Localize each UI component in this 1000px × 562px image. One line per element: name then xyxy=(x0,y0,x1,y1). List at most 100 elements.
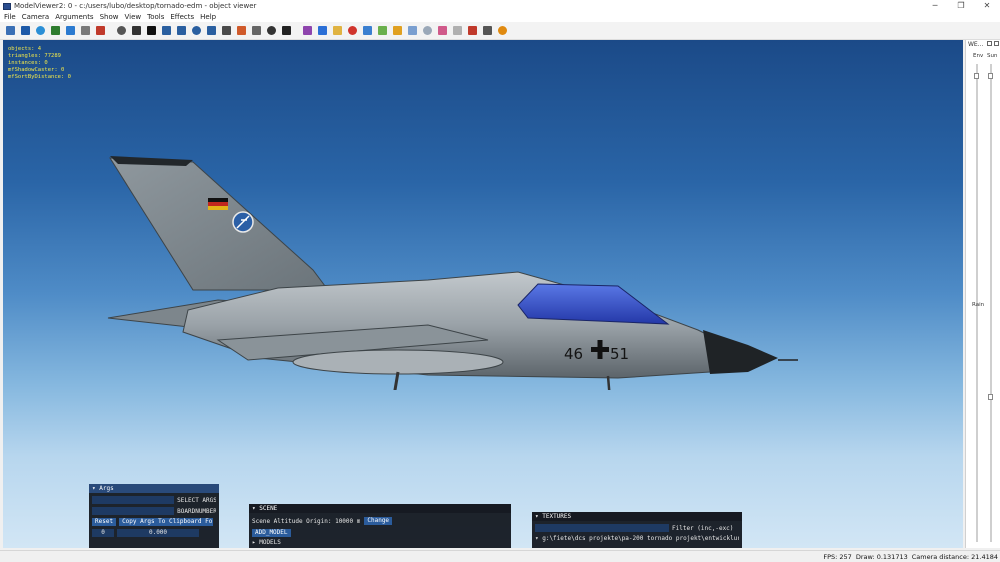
stat-instances: instances: 0 xyxy=(8,60,48,66)
lamp-icon[interactable] xyxy=(177,26,186,35)
menu-tools[interactable]: Tools xyxy=(147,13,164,21)
status-bar: FPS: 257 Draw: 0.131713 Camera distance:… xyxy=(0,550,1000,562)
sun-slider-thumb[interactable] xyxy=(988,73,993,80)
folder-icon[interactable] xyxy=(333,26,342,35)
add-model-button[interactable]: ADD_MODEL xyxy=(252,529,291,537)
grid-icon[interactable] xyxy=(81,26,90,35)
args-window: ▾ Args SELECT ARGS BOARDNUMBER Reset Cop… xyxy=(89,484,219,548)
menu-show[interactable]: Show xyxy=(100,13,119,21)
picture-icon[interactable] xyxy=(222,26,231,35)
flag-stripe-gold xyxy=(208,206,228,210)
weather-panel: WE... Env Sun Rain xyxy=(965,40,1000,548)
pin-icon[interactable] xyxy=(438,26,447,35)
textures-window-header[interactable]: ▾ TEXTURES xyxy=(532,512,742,521)
tail-number-right: 51 xyxy=(610,345,629,363)
close-button[interactable]: ✕ xyxy=(974,0,1000,12)
blue-globe-icon[interactable] xyxy=(363,26,372,35)
maximize-button[interactable]: ❐ xyxy=(948,0,974,12)
args-window-title: Args xyxy=(99,485,114,492)
external-tank xyxy=(292,349,504,375)
light-icon[interactable] xyxy=(192,26,201,35)
tail-fin xyxy=(109,157,329,291)
texture-filter-label: Filter (inc,-exc) xyxy=(672,524,734,532)
main-gear-strut xyxy=(393,371,400,390)
select-args-label: SELECT ARGS xyxy=(177,496,216,504)
tornado-aircraft-model[interactable]: 46 51 xyxy=(98,150,798,390)
textures-window-title: TEXTURES xyxy=(542,513,572,520)
cockpit-canopy xyxy=(517,283,670,325)
app-icon xyxy=(3,2,11,10)
open-icon[interactable] xyxy=(21,26,30,35)
film-icon[interactable] xyxy=(282,26,291,35)
window-title: ModelViewer2: 0 - c:/users/lubo/desktop/… xyxy=(14,2,257,10)
camera-icon[interactable] xyxy=(162,26,171,35)
model-viewer-app: ModelViewer2: 0 - c:/users/lubo/desktop/… xyxy=(0,0,1000,562)
eye-icon[interactable] xyxy=(207,26,216,35)
rain-slider-thumb[interactable] xyxy=(988,394,993,401)
weather-panel-title: WE... xyxy=(968,41,984,48)
cube-icon[interactable] xyxy=(393,26,402,35)
stat-shadow-caster: mfShadowCaster: 0 xyxy=(8,67,65,73)
stat-triangles: triangles: 77289 xyxy=(8,53,61,59)
panel-close-icon[interactable] xyxy=(994,41,999,46)
texture-filter-input[interactable] xyxy=(535,524,669,532)
chart-icon[interactable] xyxy=(303,26,312,35)
axis-icon[interactable] xyxy=(117,26,126,35)
table-icon[interactable] xyxy=(423,26,432,35)
scene-icon[interactable] xyxy=(96,26,105,35)
menu-view[interactable]: View xyxy=(124,13,141,21)
green-icon[interactable] xyxy=(378,26,387,35)
env-slider-thumb[interactable] xyxy=(974,73,979,80)
save-icon[interactable] xyxy=(6,26,15,35)
boardnumber-input[interactable] xyxy=(92,507,175,515)
stat-objects: objects: 4 xyxy=(8,46,42,52)
menu-file[interactable]: File xyxy=(4,13,16,21)
menu-bar: File Camera Arguments Show View Tools Ef… xyxy=(0,12,1000,22)
car-icon[interactable] xyxy=(483,26,492,35)
menu-arguments[interactable]: Arguments xyxy=(55,13,93,21)
title-bar: ModelViewer2: 0 - c:/users/lubo/desktop/… xyxy=(0,0,1000,12)
arg-value-slider[interactable]: 0.000 xyxy=(117,529,199,537)
rain-label: Rain xyxy=(972,302,985,308)
sheet-icon[interactable] xyxy=(453,26,462,35)
red-cube-icon[interactable] xyxy=(348,26,357,35)
crosshair-icon[interactable] xyxy=(132,26,141,35)
scene-window-header[interactable]: ▾ SCENE xyxy=(249,504,511,513)
document-icon[interactable] xyxy=(252,26,261,35)
scene-window: ▾ SCENE Scene Altitude Origin: 10000 m C… xyxy=(249,504,511,548)
arg-index-field[interactable]: 0 xyxy=(92,529,114,537)
color-wheel-icon[interactable] xyxy=(237,26,246,35)
args-window-header[interactable]: ▾ Args xyxy=(89,484,219,493)
texture-path-node[interactable]: ▾ g:\fiete\dcs projekte\pa-200 tornado p… xyxy=(535,535,739,542)
flag-stripe-black xyxy=(208,198,228,202)
panel-float-icon[interactable] xyxy=(987,41,992,46)
menu-effects[interactable]: Effects xyxy=(170,13,194,21)
ie-icon[interactable] xyxy=(66,26,75,35)
menu-camera[interactable]: Camera xyxy=(22,13,49,21)
models-tree-node[interactable]: ▸ MODELS xyxy=(252,539,281,546)
fps-readout: FPS: 257 xyxy=(823,552,852,561)
toolbar xyxy=(0,22,1000,40)
reset-button[interactable]: Reset xyxy=(92,518,117,526)
refresh-icon[interactable] xyxy=(51,26,60,35)
boardnumber-label: BOARDNUMBER xyxy=(177,507,216,515)
minimize-button[interactable]: ─ xyxy=(922,0,948,12)
nose-cone xyxy=(703,330,778,374)
sun-slider-track[interactable] xyxy=(990,64,992,542)
sun-icon[interactable] xyxy=(498,26,507,35)
menu-help[interactable]: Help xyxy=(200,13,216,21)
select-args-input[interactable] xyxy=(92,496,175,504)
camera-distance-readout: Camera distance: 21.4184 xyxy=(911,552,998,561)
person-icon[interactable] xyxy=(468,26,477,35)
globe-icon[interactable] xyxy=(36,26,45,35)
3d-viewport[interactable]: objects: 4 triangles: 77289 instances: 0… xyxy=(3,40,963,548)
change-altitude-button[interactable]: Change xyxy=(364,517,393,525)
dots-icon[interactable] xyxy=(408,26,417,35)
undo-icon[interactable] xyxy=(267,26,276,35)
textures-window: ▾ TEXTURES Filter (inc,-exc) ▾ g:\fiete\… xyxy=(532,512,742,548)
sun-label: Sun xyxy=(987,53,998,59)
draw-time-readout: Draw: 0.131713 xyxy=(855,552,908,561)
black-square-icon[interactable] xyxy=(147,26,156,35)
blue-dot-icon[interactable] xyxy=(318,26,327,35)
copy-args-button[interactable]: Copy Args To Clipboard For E xyxy=(119,518,213,526)
